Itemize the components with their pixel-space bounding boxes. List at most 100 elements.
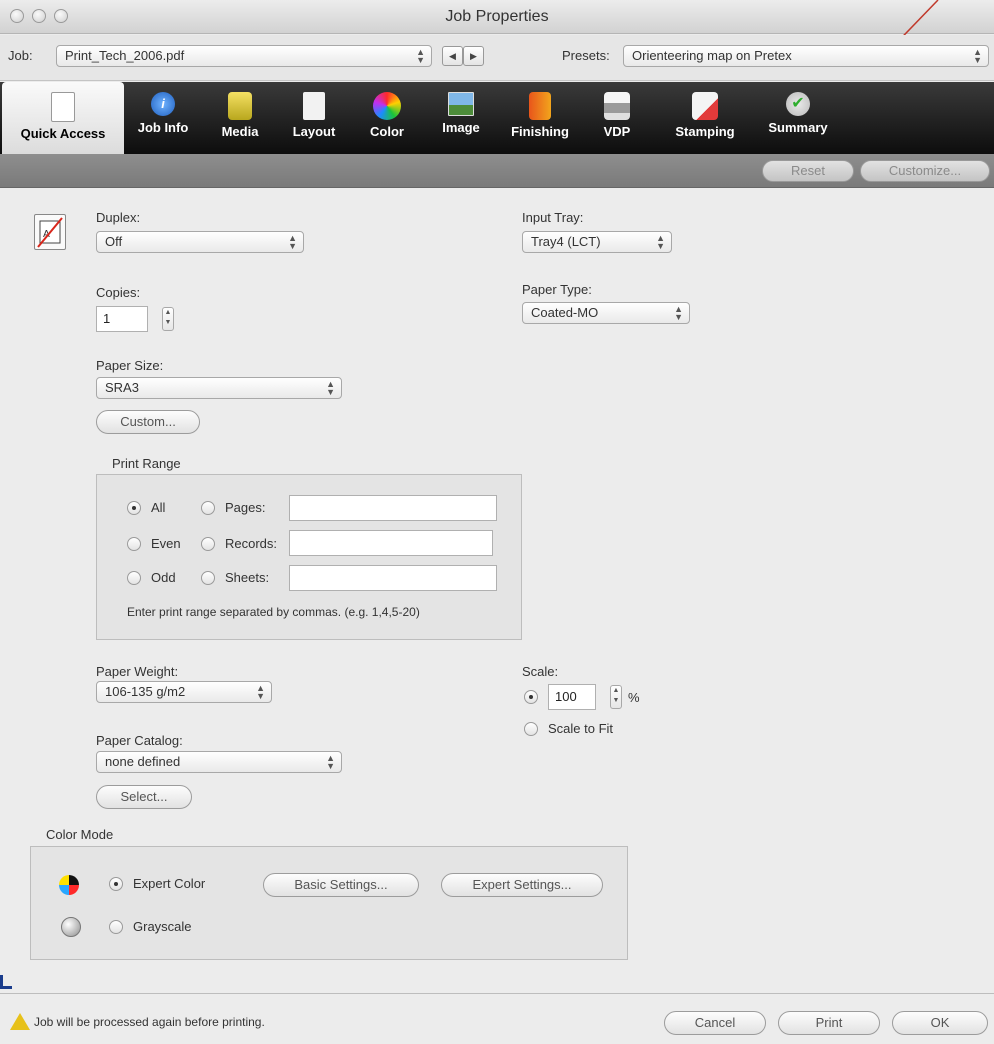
grayscale-label: Grayscale bbox=[133, 919, 192, 934]
grayscale-radio[interactable] bbox=[109, 920, 123, 934]
finishing-icon bbox=[529, 92, 551, 120]
color-mode-title: Color Mode bbox=[46, 827, 114, 842]
scale-to-fit-radio[interactable] bbox=[524, 722, 538, 736]
paper-weight-label: Paper Weight: bbox=[96, 664, 179, 679]
job-file-value: Print_Tech_2006.pdf bbox=[65, 48, 185, 63]
cmyk-icon bbox=[59, 875, 79, 895]
duplex-label: Duplex: bbox=[96, 210, 141, 225]
color-mode-group: Expert Color Basic Settings... Expert Se… bbox=[30, 846, 628, 960]
media-icon bbox=[228, 92, 252, 120]
ok-button[interactable]: OK bbox=[892, 1011, 988, 1035]
tab-media[interactable]: Media bbox=[212, 82, 268, 154]
job-row: Job: Print_Tech_2006.pdf ▲ ▼ ◀ ▶ Presets:… bbox=[0, 35, 994, 81]
tab-stamping[interactable]: Stamping bbox=[662, 82, 748, 154]
paper-catalog-value: none defined bbox=[105, 754, 181, 769]
tab-summary[interactable]: ✔ Summary bbox=[758, 82, 838, 154]
stamping-icon bbox=[692, 92, 718, 120]
paper-type-select[interactable]: Coated-MO ▲ ▼ bbox=[522, 302, 690, 324]
paper-catalog-label: Paper Catalog: bbox=[96, 733, 183, 748]
grayscale-icon bbox=[61, 917, 81, 937]
job-file-select[interactable]: Print_Tech_2006.pdf ▲ ▼ bbox=[56, 45, 432, 67]
paper-weight-select[interactable]: 106-135 g/m2 ▲ ▼ bbox=[96, 681, 272, 703]
cancel-button[interactable]: Cancel bbox=[664, 1011, 766, 1035]
checkmark-icon: ✔ bbox=[786, 92, 810, 116]
image-icon bbox=[448, 92, 474, 116]
warning-message: Job will be processed again before print… bbox=[34, 1015, 265, 1029]
sheets-field[interactable] bbox=[289, 565, 497, 591]
paper-size-label: Paper Size: bbox=[96, 358, 164, 373]
sheets-radio[interactable] bbox=[201, 571, 215, 585]
up-down-arrows-icon: ▲ ▼ bbox=[288, 233, 297, 251]
toolbar-subbar: Reset Customize... bbox=[0, 154, 994, 188]
color-wheel-icon bbox=[373, 92, 401, 120]
reset-button[interactable]: Reset bbox=[762, 160, 854, 182]
sheets-label: Sheets: bbox=[225, 570, 270, 585]
title-bar: Job Properties bbox=[0, 0, 994, 59]
basic-settings-button[interactable]: Basic Settings... bbox=[263, 873, 419, 897]
print-button[interactable]: Print bbox=[778, 1011, 880, 1035]
tab-image[interactable]: Image bbox=[428, 82, 494, 154]
even-radio[interactable] bbox=[127, 537, 141, 551]
up-down-arrows-icon: ▲ ▼ bbox=[674, 304, 683, 322]
previous-job-button[interactable]: ◀ bbox=[442, 46, 463, 66]
up-down-arrows-icon: ▲ ▼ bbox=[416, 47, 425, 65]
odd-label: Odd bbox=[151, 570, 176, 585]
tab-color[interactable]: Color bbox=[356, 82, 418, 154]
paper-type-label: Paper Type: bbox=[522, 282, 592, 297]
scale-to-fit-label: Scale to Fit bbox=[548, 721, 614, 736]
expert-color-label: Expert Color bbox=[133, 876, 206, 891]
odd-radio[interactable] bbox=[127, 571, 141, 585]
tab-vdp[interactable]: VDP bbox=[590, 82, 644, 154]
next-job-button[interactable]: ▶ bbox=[463, 46, 484, 66]
scale-field[interactable]: 100 bbox=[548, 684, 596, 710]
scale-unit: % bbox=[628, 690, 640, 705]
tab-layout[interactable]: Layout bbox=[282, 82, 346, 154]
pages-radio[interactable] bbox=[201, 501, 215, 515]
bottom-bar: Job will be processed again before print… bbox=[0, 993, 994, 1044]
expert-color-radio[interactable] bbox=[109, 877, 123, 891]
scale-stepper[interactable]: ▲ ▼ bbox=[610, 685, 622, 709]
layout-icon bbox=[303, 92, 325, 120]
custom-button[interactable]: Custom... bbox=[96, 410, 200, 434]
even-label: Even bbox=[151, 536, 181, 551]
presets-select[interactable]: Orienteering map on Pretex ▲ ▼ bbox=[623, 45, 989, 67]
input-tray-label: Input Tray: bbox=[522, 210, 584, 225]
records-radio[interactable] bbox=[201, 537, 215, 551]
scale-percent-radio[interactable] bbox=[524, 690, 538, 704]
printer-icon bbox=[604, 92, 630, 120]
tab-finishing[interactable]: Finishing bbox=[498, 82, 582, 154]
pages-label: Pages: bbox=[225, 500, 266, 515]
up-down-arrows-icon: ▲ ▼ bbox=[973, 47, 982, 65]
input-tray-value: Tray4 (LCT) bbox=[531, 234, 601, 249]
up-down-arrows-icon: ▲ ▼ bbox=[326, 379, 335, 397]
select-button[interactable]: Select... bbox=[96, 785, 192, 809]
info-icon: i bbox=[151, 92, 175, 116]
tab-quick-access[interactable]: Quick Access bbox=[2, 82, 124, 154]
paper-size-select[interactable]: SRA3 ▲ ▼ bbox=[96, 377, 342, 399]
expert-settings-button[interactable]: Expert Settings... bbox=[441, 873, 603, 897]
copies-field[interactable]: 1 bbox=[96, 306, 148, 332]
category-toolbar: Quick Access i Job Info Media Layout Col… bbox=[0, 82, 994, 154]
input-tray-select[interactable]: Tray4 (LCT) ▲ ▼ bbox=[522, 231, 672, 253]
paper-weight-value: 106-135 g/m2 bbox=[105, 684, 186, 699]
all-radio[interactable] bbox=[127, 501, 141, 515]
pages-field[interactable] bbox=[289, 495, 497, 521]
paper-catalog-select[interactable]: none defined ▲ ▼ bbox=[96, 751, 342, 773]
up-down-arrows-icon: ▲ ▼ bbox=[326, 753, 335, 771]
presets-value: Orienteering map on Pretex bbox=[632, 48, 792, 63]
customize-button[interactable]: Customize... bbox=[860, 160, 990, 182]
records-field[interactable] bbox=[289, 530, 493, 556]
print-range-title: Print Range bbox=[112, 456, 181, 471]
presets-label: Presets: bbox=[562, 48, 610, 63]
tab-job-info[interactable]: i Job Info bbox=[128, 82, 198, 154]
copies-label: Copies: bbox=[96, 285, 141, 300]
print-range-hint: Enter print range separated by commas. (… bbox=[127, 605, 420, 619]
copies-stepper[interactable]: ▲ ▼ bbox=[162, 307, 174, 331]
paper-size-value: SRA3 bbox=[105, 380, 139, 395]
quick-access-icon bbox=[51, 92, 75, 122]
up-down-arrows-icon: ▲ ▼ bbox=[656, 233, 665, 251]
up-down-arrows-icon: ▲ ▼ bbox=[256, 683, 265, 701]
duplex-off-icon: A bbox=[34, 214, 66, 250]
duplex-select[interactable]: Off ▲ ▼ bbox=[96, 231, 304, 253]
duplex-value: Off bbox=[105, 234, 123, 249]
